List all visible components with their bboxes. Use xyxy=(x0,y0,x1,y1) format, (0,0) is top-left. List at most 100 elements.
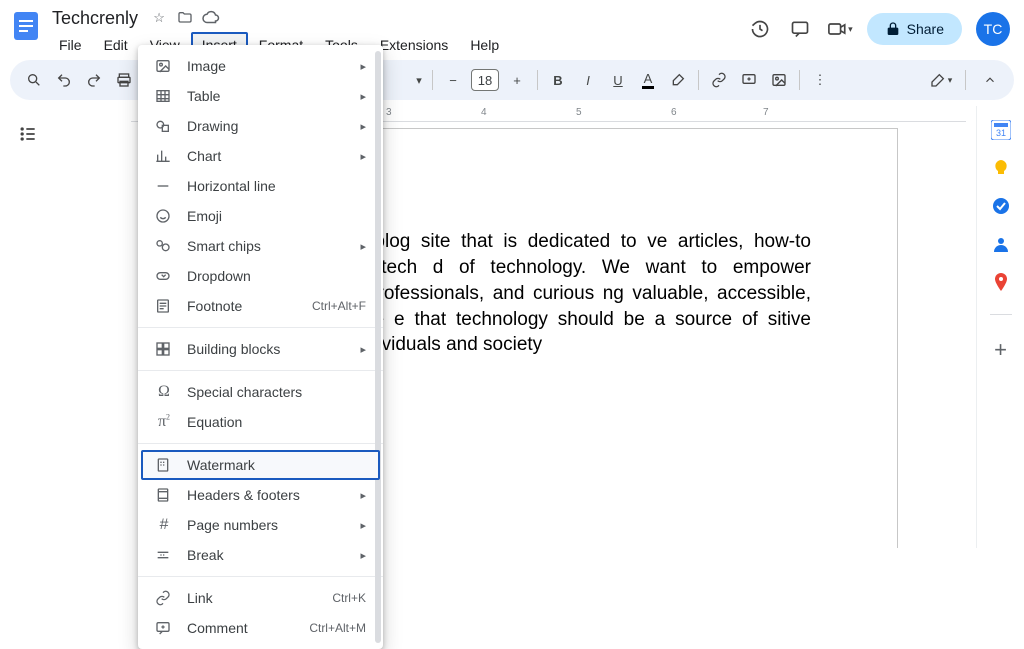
editing-mode-icon[interactable]: ▾ xyxy=(927,66,955,94)
chips-icon xyxy=(155,238,173,254)
menu-item-break[interactable]: Break▸ xyxy=(141,540,380,570)
ruler-tick: 5 xyxy=(576,107,582,118)
menu-item-footnote[interactable]: FootnoteCtrl+Alt+F xyxy=(141,291,380,321)
menu-item-comment[interactable]: CommentCtrl+Alt+M xyxy=(141,613,380,643)
undo-icon[interactable] xyxy=(50,66,78,94)
table-icon xyxy=(155,88,173,104)
menu-item-horizontal-line[interactable]: Horizontal line xyxy=(141,171,380,201)
insert-menu-dropdown: Image▸Table▸Drawing▸Chart▸Horizontal lin… xyxy=(138,45,383,649)
docs-logo-icon[interactable] xyxy=(10,10,42,42)
submenu-arrow-icon: ▸ xyxy=(360,120,366,133)
redo-icon[interactable] xyxy=(80,66,108,94)
menu-edit[interactable]: Edit xyxy=(93,32,139,58)
menu-item-image[interactable]: Image ▸ xyxy=(141,51,380,81)
comments-icon[interactable] xyxy=(787,16,813,42)
menu-item-emoji[interactable]: Emoji xyxy=(141,201,380,231)
insert-image-icon[interactable] xyxy=(765,66,793,94)
menu-item-equation[interactable]: π2Equation xyxy=(141,407,380,437)
submenu-arrow-icon: ▸ xyxy=(360,90,366,103)
add-comment-icon[interactable] xyxy=(735,66,763,94)
font-dropdown-caret-icon[interactable]: ▾ xyxy=(412,66,426,94)
text-color-icon[interactable]: A xyxy=(634,66,662,94)
menu-item-link[interactable]: LinkCtrl+K xyxy=(141,583,380,613)
menu-divider xyxy=(138,443,383,444)
add-addon-icon[interactable]: + xyxy=(994,337,1007,363)
header-actions: ▾ Share TC xyxy=(747,6,1014,46)
document-title[interactable]: Techcrenly xyxy=(48,7,142,30)
emoji-icon xyxy=(155,208,173,224)
submenu-arrow-icon: ▸ xyxy=(360,60,366,73)
lock-icon xyxy=(885,21,901,37)
menu-item-label: Table xyxy=(187,88,340,104)
svg-text:31: 31 xyxy=(995,128,1005,138)
break-icon xyxy=(155,547,173,563)
calendar-app-icon[interactable]: 31 xyxy=(991,120,1011,140)
menu-file[interactable]: File xyxy=(48,32,93,58)
tasks-app-icon[interactable] xyxy=(991,196,1011,216)
drawing-icon xyxy=(155,118,173,134)
menu-item-label: Page numbers xyxy=(187,517,340,533)
menu-help[interactable]: Help xyxy=(459,32,510,58)
maps-app-icon[interactable] xyxy=(991,272,1011,292)
menu-item-drawing[interactable]: Drawing▸ xyxy=(141,111,380,141)
menu-item-table[interactable]: Table ▸ xyxy=(141,81,380,111)
menu-item-label: Headers & footers xyxy=(187,487,340,503)
font-size-control: − 18 + xyxy=(439,66,531,94)
menu-item-label: Building blocks xyxy=(187,341,340,357)
outline-toggle-icon[interactable] xyxy=(14,120,42,148)
print-icon[interactable] xyxy=(110,66,138,94)
menu-item-building-blocks[interactable]: Building blocks▸ xyxy=(141,334,380,364)
menu-item-headers-footers[interactable]: Headers & footers▸ xyxy=(141,480,380,510)
contacts-app-icon[interactable] xyxy=(991,234,1011,254)
history-icon[interactable] xyxy=(747,16,773,42)
menu-divider xyxy=(138,370,383,371)
search-menus-icon[interactable] xyxy=(20,66,48,94)
outline-column xyxy=(0,106,55,548)
submenu-arrow-icon: ▸ xyxy=(360,240,366,253)
account-avatar[interactable]: TC xyxy=(976,12,1010,46)
menu-item-watermark[interactable]: Watermark xyxy=(141,450,380,480)
collapse-toolbar-icon[interactable] xyxy=(976,66,1004,94)
menu-item-label: Special characters xyxy=(187,384,366,400)
omega-icon: Ω xyxy=(155,383,173,401)
pi-icon: π2 xyxy=(155,413,173,431)
menu-item-smart-chips[interactable]: Smart chips▸ xyxy=(141,231,380,261)
menu-item-shortcut: Ctrl+K xyxy=(332,591,366,605)
star-icon[interactable]: ☆ xyxy=(150,9,168,27)
menu-divider xyxy=(138,576,383,577)
submenu-arrow-icon: ▸ xyxy=(360,519,366,532)
highlight-icon[interactable] xyxy=(664,66,692,94)
underline-icon[interactable]: U xyxy=(604,66,632,94)
decrease-font-icon[interactable]: − xyxy=(439,66,467,94)
menu-item-page-numbers[interactable]: # Page numbers ▸ xyxy=(141,510,380,540)
menu-item-label: Horizontal line xyxy=(187,178,366,194)
menu-item-dropdown[interactable]: Dropdown xyxy=(141,261,380,291)
keep-app-icon[interactable] xyxy=(991,158,1011,178)
italic-icon[interactable]: I xyxy=(574,66,602,94)
share-label: Share xyxy=(907,21,944,37)
menu-item-shortcut: Ctrl+Alt+F xyxy=(312,299,366,313)
meet-icon[interactable]: ▾ xyxy=(827,16,853,42)
menu-item-shortcut: Ctrl+Alt+M xyxy=(309,621,366,635)
pagenum-icon: # xyxy=(155,516,173,534)
hr-icon xyxy=(155,178,173,194)
font-size-input[interactable]: 18 xyxy=(471,69,499,91)
menu-item-special-characters[interactable]: Ω Special characters xyxy=(141,377,380,407)
bold-icon[interactable]: B xyxy=(544,66,572,94)
share-button[interactable]: Share xyxy=(867,13,962,45)
ruler-tick: 7 xyxy=(763,107,769,118)
link-icon xyxy=(155,590,173,606)
chart-icon xyxy=(155,148,173,164)
insert-link-icon[interactable] xyxy=(705,66,733,94)
menu-item-chart[interactable]: Chart▸ xyxy=(141,141,380,171)
menu-item-label: Image xyxy=(187,58,340,74)
more-tools-icon[interactable]: ⋮ xyxy=(806,66,834,94)
increase-font-icon[interactable]: + xyxy=(503,66,531,94)
menu-item-label: Watermark xyxy=(187,457,366,473)
move-icon[interactable] xyxy=(176,9,194,27)
cloud-status-icon[interactable] xyxy=(202,9,220,27)
menu-item-label: Chart xyxy=(187,148,340,164)
image-icon xyxy=(155,58,173,74)
ruler-tick: 6 xyxy=(671,107,677,118)
ruler-tick: 4 xyxy=(481,107,487,118)
